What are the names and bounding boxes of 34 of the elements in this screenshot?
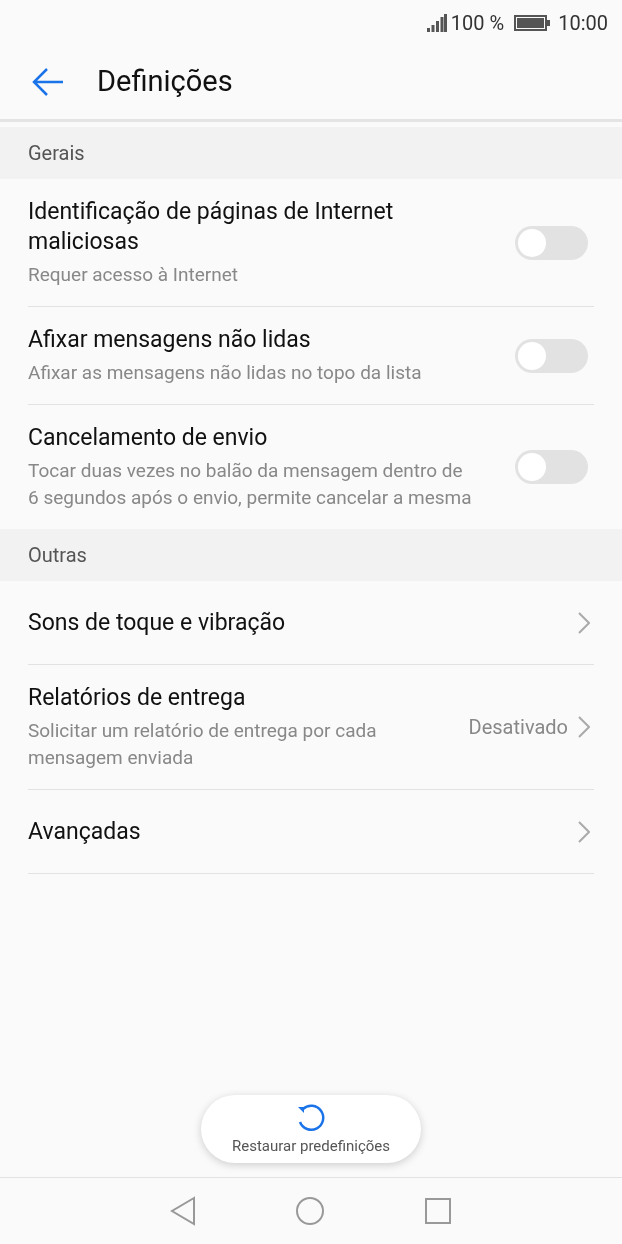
row-subtitle: Solicitar um relatório de entrega por cada mensagem enviada	[28, 718, 378, 771]
settings-row[interactable]: Afixar mensagens não lidas Afixar as mensagens não lidas no topo da lista	[28, 307, 594, 405]
row-title: Avançadas	[28, 816, 142, 847]
clock: 10:00	[558, 9, 608, 37]
toggle-switch[interactable]	[515, 450, 588, 484]
settings-row[interactable]: Sons de toque e vibração	[28, 581, 594, 665]
settings-row[interactable]: Avançadas	[28, 790, 594, 874]
recents-nav-button[interactable]	[424, 1197, 453, 1225]
row-title: Afixar mensagens não lidas	[28, 325, 312, 355]
row-title: Relatórios de entrega	[28, 683, 247, 713]
battery-icon	[514, 14, 551, 31]
row-title: Identificação de páginas de Internet maliciosas	[28, 197, 395, 257]
home-nav-button[interactable]	[295, 1196, 325, 1226]
chevron-right-icon	[578, 716, 590, 738]
toggle-switch[interactable]	[515, 225, 588, 260]
restore-defaults-button[interactable]: Restaurar predefinições	[201, 1095, 421, 1163]
back-nav-button[interactable]	[169, 1196, 196, 1226]
settings-row[interactable]: Identificação de páginas de Internet maliciosas Requer acesso à Internet	[28, 179, 594, 307]
settings-row[interactable]: Cancelamento de envio Tocar duas vezes no balão da mensagem dentro de 6 segundos após o envio, permite cancelar a mesma	[28, 405, 594, 529]
section-header: Gerais	[0, 127, 622, 179]
row-subtitle: Tocar duas vezes no balão da mensagem dentro de 6 segundos após o envio, permite cancelar a mesma	[28, 458, 473, 511]
row-subtitle: Requer acesso à Internet	[28, 262, 240, 288]
page-title: Definições	[97, 63, 233, 101]
battery-percent: 100 %	[450, 9, 505, 37]
signal-icon	[426, 13, 447, 32]
row-value: Desativado	[468, 714, 568, 741]
row-subtitle: Afixar as mensagens não lidas no topo da lista	[28, 360, 423, 386]
toggle-switch[interactable]	[515, 338, 588, 373]
section-header: Outras	[0, 529, 622, 581]
row-title: Cancelamento de envio	[28, 423, 269, 453]
settings-row[interactable]: Relatórios de entrega Solicitar um relatório de entrega por cada mensagem enviada Desativado	[28, 665, 594, 790]
chevron-right-icon	[578, 611, 590, 634]
chevron-right-icon	[578, 820, 590, 843]
row-title: Sons de toque e vibração	[28, 607, 287, 638]
